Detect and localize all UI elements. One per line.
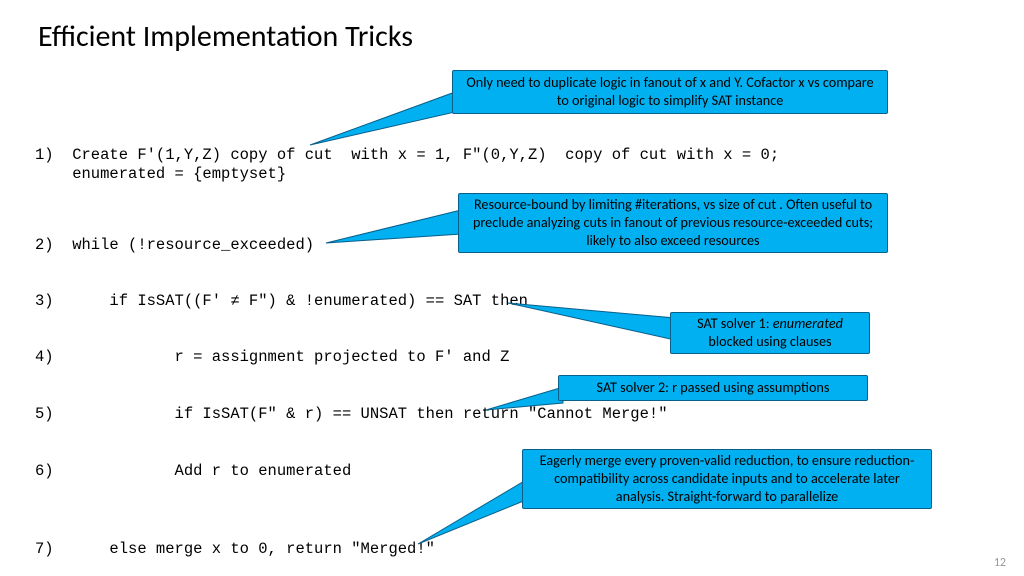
callout-5: Eagerly merge every proven-valid reducti… [522, 449, 932, 509]
callout-pointer-4 [478, 385, 568, 413]
callout-3: SAT solver 1: enumerated blocked using c… [670, 312, 870, 354]
callout-4: SAT solver 2: r passed using assumptions [558, 375, 868, 401]
code-line-4: 4) r = assignment projected to F' and Z [35, 348, 509, 366]
callout-3-text-a: SAT solver 1: [697, 314, 773, 332]
callout-1: Only need to duplicate logic in fanout o… [452, 70, 888, 114]
code-line-2: 2) while (!resource_exceeded) [35, 236, 314, 254]
code-line-5: 5) if IsSAT(F" & r) == UNSAT then return… [35, 405, 668, 423]
code-line-3: 3) if IsSAT((F' ≠ F") & !enumerated) == … [35, 292, 528, 310]
callout-2: Resource-bound by limiting #iterations, … [458, 193, 888, 253]
code-line-7: 7) else merge x to 0, return "Merged!" [35, 540, 435, 558]
code-line-6: 6) Add r to enumerated [35, 462, 351, 480]
callout-pointer-5 [408, 478, 530, 548]
callout-pointer-2 [318, 208, 466, 248]
callout-pointer-3 [500, 298, 680, 346]
slide-title: Efficient Implementation Tricks [38, 18, 413, 55]
callout-3-text-c: blocked using clauses [708, 332, 831, 350]
page-number: 12 [994, 556, 1006, 570]
callout-pointer-1 [300, 90, 460, 150]
code-line-1b: enumerated = {emptyset} [35, 165, 286, 183]
callout-3-em: enumerated [773, 314, 843, 332]
